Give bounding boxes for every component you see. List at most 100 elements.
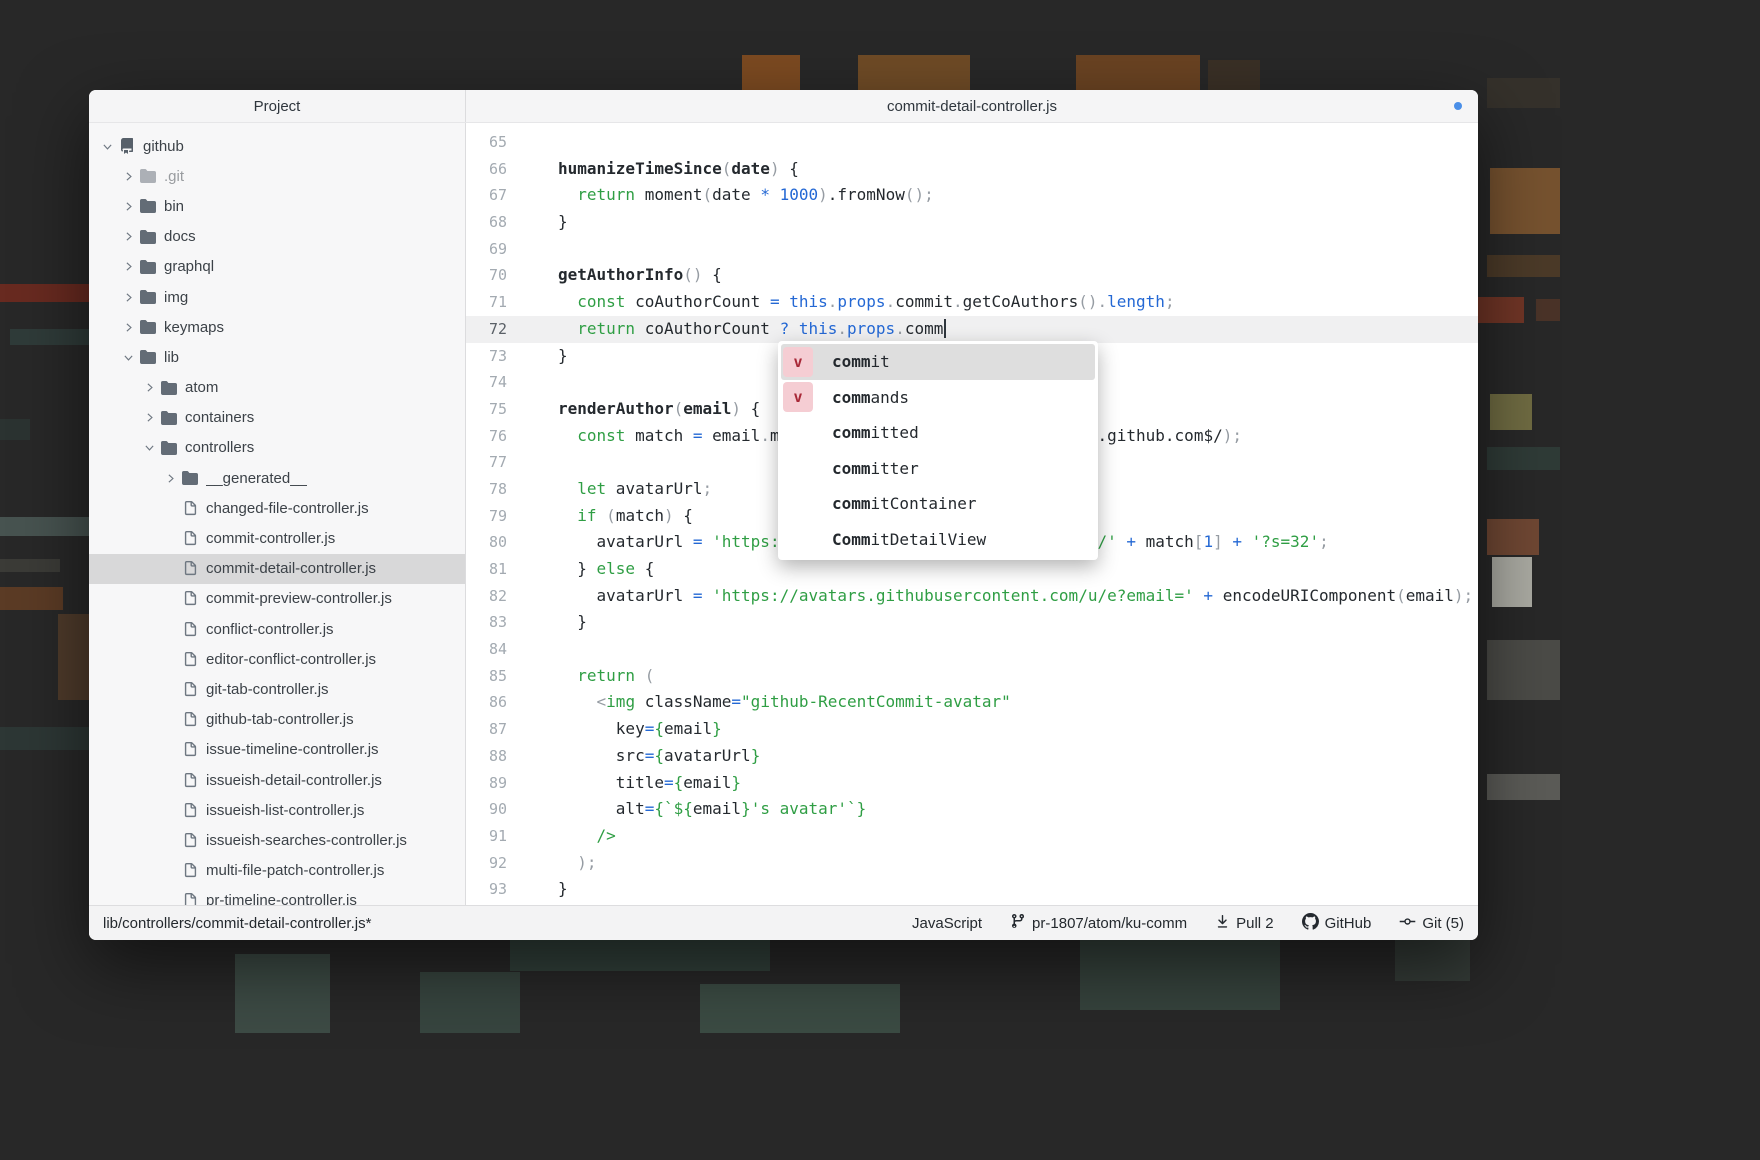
code-text: getAuthorInfo() {: [523, 262, 722, 289]
code-line[interactable]: 88 src={avatarUrl}: [466, 743, 1478, 770]
github-icon: [1302, 913, 1319, 934]
tree-folder--generated-[interactable]: __generated__: [89, 463, 465, 493]
chevron-right-icon[interactable]: [120, 259, 137, 275]
code-line[interactable]: 66humanizeTimeSince(date) {: [466, 156, 1478, 183]
code-token: {: [654, 746, 664, 765]
code-line[interactable]: 91 />: [466, 823, 1478, 850]
autocomplete-item[interactable]: vcommands: [781, 380, 1095, 416]
status-pull[interactable]: Pull 2: [1215, 914, 1274, 933]
tree-file-issueish-detail-controller.js[interactable]: issueish-detail-controller.js: [89, 765, 465, 795]
code-line[interactable]: 82 avatarUrl = 'https://avatars.githubus…: [466, 583, 1478, 610]
tree-file-issueish-searches-controller.js[interactable]: issueish-searches-controller.js: [89, 825, 465, 855]
tree-file-commit-detail-controller.js[interactable]: commit-detail-controller.js: [89, 554, 465, 584]
file-icon: [181, 591, 199, 607]
tree-item-label: img: [164, 289, 188, 306]
tree-folder-atom[interactable]: atom: [89, 373, 465, 403]
status-github[interactable]: GitHub: [1302, 913, 1372, 934]
code-line[interactable]: 83 }: [466, 609, 1478, 636]
tree-file-multi-file-patch-controller.js[interactable]: multi-file-patch-controller.js: [89, 856, 465, 886]
chevron-right-icon[interactable]: [120, 229, 137, 245]
tree-file-git-tab-controller.js[interactable]: git-tab-controller.js: [89, 674, 465, 704]
tree-file-conflict-controller.js[interactable]: conflict-controller.js: [89, 614, 465, 644]
code-token: [558, 185, 577, 204]
window-header: Project commit-detail-controller.js: [89, 90, 1478, 123]
autocomplete-item[interactable]: committer: [781, 451, 1095, 487]
tree-file-commit-controller.js[interactable]: commit-controller.js: [89, 523, 465, 553]
editor-tab[interactable]: commit-detail-controller.js: [466, 90, 1478, 122]
line-number: 79: [466, 503, 523, 530]
code-line[interactable]: 81 } else {: [466, 556, 1478, 583]
code-line[interactable]: 90 alt={`${email}'s avatar'`}: [466, 796, 1478, 823]
code-editor[interactable]: 6566humanizeTimeSince(date) {67 return m…: [466, 123, 1478, 905]
chevron-right-icon[interactable]: [120, 168, 137, 184]
bg-shape: [1492, 557, 1532, 607]
autocomplete-item[interactable]: CommitDetailView: [781, 522, 1095, 558]
code-line[interactable]: 86 <img className="github-RecentCommit-a…: [466, 689, 1478, 716]
chevron-right-icon[interactable]: [141, 410, 158, 426]
line-number: 69: [466, 236, 523, 263]
code-line[interactable]: 72 return coAuthorCount ? this.props.com…: [466, 316, 1478, 343]
chevron-down-icon[interactable]: [141, 440, 158, 456]
tree-item-label: issueish-detail-controller.js: [206, 772, 382, 789]
file-icon: [181, 742, 199, 758]
tree-folder-keymaps[interactable]: keymaps: [89, 312, 465, 342]
code-line[interactable]: 69: [466, 236, 1478, 263]
tree-folder-docs[interactable]: docs: [89, 222, 465, 252]
tree-file-github-tab-controller.js[interactable]: github-tab-controller.js: [89, 705, 465, 735]
code-line[interactable]: 70getAuthorInfo() {: [466, 262, 1478, 289]
tree-file-issue-timeline-controller.js[interactable]: issue-timeline-controller.js: [89, 735, 465, 765]
tree-file-commit-preview-controller.js[interactable]: commit-preview-controller.js: [89, 584, 465, 614]
autocomplete-item[interactable]: commitContainer: [781, 486, 1095, 522]
project-panel-title: Project: [89, 90, 466, 122]
code-token: getAuthorInfo: [558, 265, 683, 284]
tree-file-issueish-list-controller.js[interactable]: issueish-list-controller.js: [89, 795, 465, 825]
code-token: .: [895, 319, 905, 338]
tree-folder-containers[interactable]: containers: [89, 403, 465, 433]
status-branch[interactable]: pr-1807/atom/ku-comm: [1010, 913, 1187, 933]
code-line[interactable]: 92 );: [466, 850, 1478, 877]
project-tree-panel: github.gitbindocsgraphql img keymapslibato…: [89, 123, 466, 905]
code-line[interactable]: 84: [466, 636, 1478, 663]
code-line[interactable]: 67 return moment(date * 1000).fromNow();: [466, 182, 1478, 209]
line-number: 75: [466, 396, 523, 423]
code-token: key: [558, 719, 645, 738]
autocomplete-item[interactable]: vcommit: [781, 344, 1095, 380]
code-line[interactable]: 71 const coAuthorCount = this.props.comm…: [466, 289, 1478, 316]
tree-file-changed-file-controller.js[interactable]: changed-file-controller.js: [89, 493, 465, 523]
status-git[interactable]: Git (5): [1399, 913, 1464, 934]
chevron-down-icon[interactable]: [99, 138, 116, 154]
tree-folder-lib[interactable]: lib: [89, 342, 465, 372]
chevron-right-icon[interactable]: [120, 198, 137, 214]
tree-folder-img[interactable]: img: [89, 282, 465, 312]
code-line[interactable]: 65: [466, 129, 1478, 156]
chevron-down-icon[interactable]: [120, 349, 137, 365]
code-line[interactable]: 93}: [466, 876, 1478, 903]
code-line[interactable]: 89 title={email}: [466, 770, 1478, 797]
code-line[interactable]: 68}: [466, 209, 1478, 236]
chevron-right-icon[interactable]: [141, 380, 158, 396]
code-text: src={avatarUrl}: [523, 743, 760, 770]
tree-folder-controllers[interactable]: controllers: [89, 433, 465, 463]
chevron-right-icon[interactable]: [162, 470, 179, 486]
chevron-right-icon[interactable]: [120, 319, 137, 335]
tree-file-editor-conflict-controller.js[interactable]: editor-conflict-controller.js: [89, 644, 465, 674]
autocomplete-suffix: itted: [871, 423, 919, 442]
code-token: 1000: [780, 185, 819, 204]
status-language[interactable]: JavaScript: [912, 915, 982, 932]
tree-folder-graphql[interactable]: graphql: [89, 252, 465, 282]
tree-folder-bin[interactable]: bin: [89, 191, 465, 221]
code-token: .: [760, 426, 770, 445]
code-token: <: [597, 692, 607, 711]
tree-folder-github[interactable]: github: [89, 131, 465, 161]
autocomplete-item[interactable]: committed: [781, 415, 1095, 451]
code-line[interactable]: 87 key={email}: [466, 716, 1478, 743]
code-token: }: [558, 612, 587, 631]
chevron-right-icon[interactable]: [120, 289, 137, 305]
tree-file-pr-timeline-controller.js[interactable]: pr-timeline-controller.js: [89, 886, 465, 905]
code-text: key={email}: [523, 716, 722, 743]
chevron-spacer: [162, 531, 179, 547]
code-text: />: [523, 823, 616, 850]
code-line[interactable]: 85 return (: [466, 663, 1478, 690]
tree-folder-.git[interactable]: .git: [89, 161, 465, 191]
code-token: {: [674, 773, 684, 792]
